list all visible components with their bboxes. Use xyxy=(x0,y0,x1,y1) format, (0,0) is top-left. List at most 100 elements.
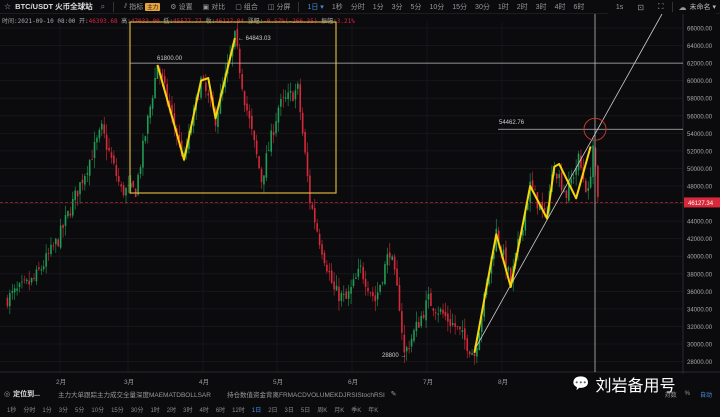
candle-body xyxy=(101,123,103,130)
timeframe-4[interactable]: 5分 xyxy=(411,2,422,12)
candle-body xyxy=(299,84,302,113)
candle-body xyxy=(563,191,565,193)
auto-toggle[interactable]: 自动 xyxy=(700,390,712,399)
cloud-icon[interactable]: ☁ xyxy=(679,3,687,12)
bottom-timeframe-6[interactable]: 15分 xyxy=(111,405,124,414)
bottom-timeframe-3[interactable]: 3分 xyxy=(59,405,68,414)
bottom-timeframe-18[interactable]: 周K xyxy=(317,405,327,414)
bottom-timeframe-5[interactable]: 10分 xyxy=(91,405,104,414)
account-dropdown[interactable]: 未命名 ▾ xyxy=(690,2,716,12)
bottom-timeframe-11[interactable]: 4时 xyxy=(199,405,208,414)
timeframe-7[interactable]: 30分 xyxy=(475,2,490,12)
candle-body xyxy=(98,129,101,139)
main-indicators[interactable]: 主力大单跟踪主力成交全量深度MAEMATDBOLLSAR xyxy=(58,389,211,399)
timeframe-0[interactable]: 1秒 xyxy=(332,2,343,12)
candle-body xyxy=(357,268,360,277)
bottom-timeframe-1[interactable]: 分时 xyxy=(23,405,35,414)
price-chart[interactable]: 66000.00 64000.00 62000.00 60000.00 58000.00… xyxy=(0,14,720,374)
candle-body xyxy=(149,106,151,118)
bottom-timeframe-8[interactable]: 1时 xyxy=(150,405,159,414)
candle-body xyxy=(587,188,590,191)
star-icon[interactable]: ☆ xyxy=(4,2,11,11)
indicators-button[interactable]: ⫽ 指标 主力 xyxy=(124,2,161,12)
candle-body xyxy=(396,268,398,286)
candle-body xyxy=(461,330,464,332)
locate-button[interactable]: 定位到... xyxy=(13,389,40,399)
combine-button[interactable]: ▢ 组合 xyxy=(235,2,258,12)
bottom-timeframe-21[interactable]: 年K xyxy=(368,405,378,414)
bottom-timeframe-4[interactable]: 5分 xyxy=(75,405,84,414)
bottom-timeframe-10[interactable]: 3时 xyxy=(183,405,192,414)
price-tick: 42000.00 xyxy=(687,237,713,243)
candle-body xyxy=(103,124,106,134)
timeframe-1[interactable]: 分时 xyxy=(351,2,365,12)
candle-body xyxy=(309,175,311,203)
percent-toggle[interactable]: % xyxy=(685,391,690,397)
candle-body xyxy=(30,277,33,283)
bottom-timeframe-19[interactable]: 月K xyxy=(334,405,344,414)
candle-body xyxy=(117,176,120,182)
candle-body xyxy=(275,121,277,134)
timeframe-11[interactable]: 4时 xyxy=(555,2,566,12)
timeframe-12[interactable]: 6时 xyxy=(573,2,584,12)
compare-button[interactable]: ▣ 对比 xyxy=(203,2,226,12)
candle-body xyxy=(74,190,76,201)
bottom-timeframe-12[interactable]: 6时 xyxy=(216,405,225,414)
candle-body xyxy=(137,174,139,195)
bottom-timeframe-17[interactable]: 5日 xyxy=(301,405,310,414)
candle-body xyxy=(146,115,149,134)
search-icon[interactable]: ⌕ xyxy=(101,2,105,12)
candle-body xyxy=(287,92,289,100)
bottom-timeframe-20[interactable]: 季K xyxy=(351,405,361,414)
settings-label: 设置 xyxy=(178,3,193,11)
candle-body xyxy=(476,347,478,357)
bottom-timeframe-16[interactable]: 3日 xyxy=(285,405,294,414)
candle-body xyxy=(464,328,466,340)
candle-body xyxy=(108,147,110,151)
candle-body xyxy=(350,287,352,294)
camera-icon[interactable]: ⊡ xyxy=(637,3,644,12)
bottom-timeframe-15[interactable]: 2日 xyxy=(268,405,277,414)
timeframe-9[interactable]: 2时 xyxy=(517,2,528,12)
label-64843: ← 64843.03 xyxy=(238,36,271,42)
bottom-timeframe-0[interactable]: 1秒 xyxy=(7,405,16,414)
locate-icon[interactable]: ◎ xyxy=(4,390,10,398)
bottom-timeframe-7[interactable]: 30分 xyxy=(131,405,144,414)
interval-dropdown[interactable]: 1日 ▾ xyxy=(307,2,323,12)
timeframe-10[interactable]: 3时 xyxy=(536,2,547,12)
timeframe-3[interactable]: 3分 xyxy=(392,2,403,12)
month-label: 3月 xyxy=(124,379,135,386)
bottom-timeframe-9[interactable]: 2时 xyxy=(167,405,176,414)
timeframe-2[interactable]: 1分 xyxy=(373,2,384,12)
timeframe-6[interactable]: 15分 xyxy=(452,2,467,12)
bottom-timeframe-2[interactable]: 1分 xyxy=(42,405,51,414)
settings-button[interactable]: ⚙ 设置 xyxy=(170,2,192,12)
candle-body xyxy=(246,103,248,111)
month-label: 6月 xyxy=(348,379,359,386)
price-tick: 28000.00 xyxy=(687,360,713,366)
timeframe-5[interactable]: 10分 xyxy=(429,2,444,12)
candle-body xyxy=(284,97,287,99)
account-label: 未命名 xyxy=(689,4,711,11)
timeframe-8[interactable]: 1时 xyxy=(498,2,509,12)
candle-body xyxy=(330,270,333,283)
split-button[interactable]: ◫ 分屏 xyxy=(268,2,291,12)
realtime-button[interactable]: 1s xyxy=(616,4,623,11)
bottom-timeframe-14[interactable]: 1日 xyxy=(252,405,261,414)
candle-body xyxy=(570,179,573,184)
symbol-title[interactable]: BTC/USDT 火币全球站 xyxy=(15,1,93,12)
bottom-timeframes: 1秒 分时 1分 3分 5分 10分 15分 30分 1时 2时 3时 4时 6时 12时 1日 2日 3日 5日… xyxy=(0,403,720,415)
month-label: 8月 xyxy=(498,379,509,386)
candle-body xyxy=(459,326,461,330)
edit-icon[interactable]: ✎ xyxy=(391,390,397,398)
label-61800: 61800.00 xyxy=(157,56,183,62)
candle-body xyxy=(18,283,21,287)
candle-body xyxy=(471,353,473,355)
sub-indicators[interactable]: 持仓数值资金背离FRMACDVOLUMEKDJRSIStochRSI xyxy=(227,389,385,399)
candle-body xyxy=(507,267,510,271)
bottom-timeframe-13[interactable]: 12时 xyxy=(232,405,245,414)
fullscreen-icon[interactable]: ⛶ xyxy=(658,2,664,12)
candle-body xyxy=(384,264,386,285)
candle-body xyxy=(55,238,57,245)
price-tick: 44000.00 xyxy=(687,220,713,226)
